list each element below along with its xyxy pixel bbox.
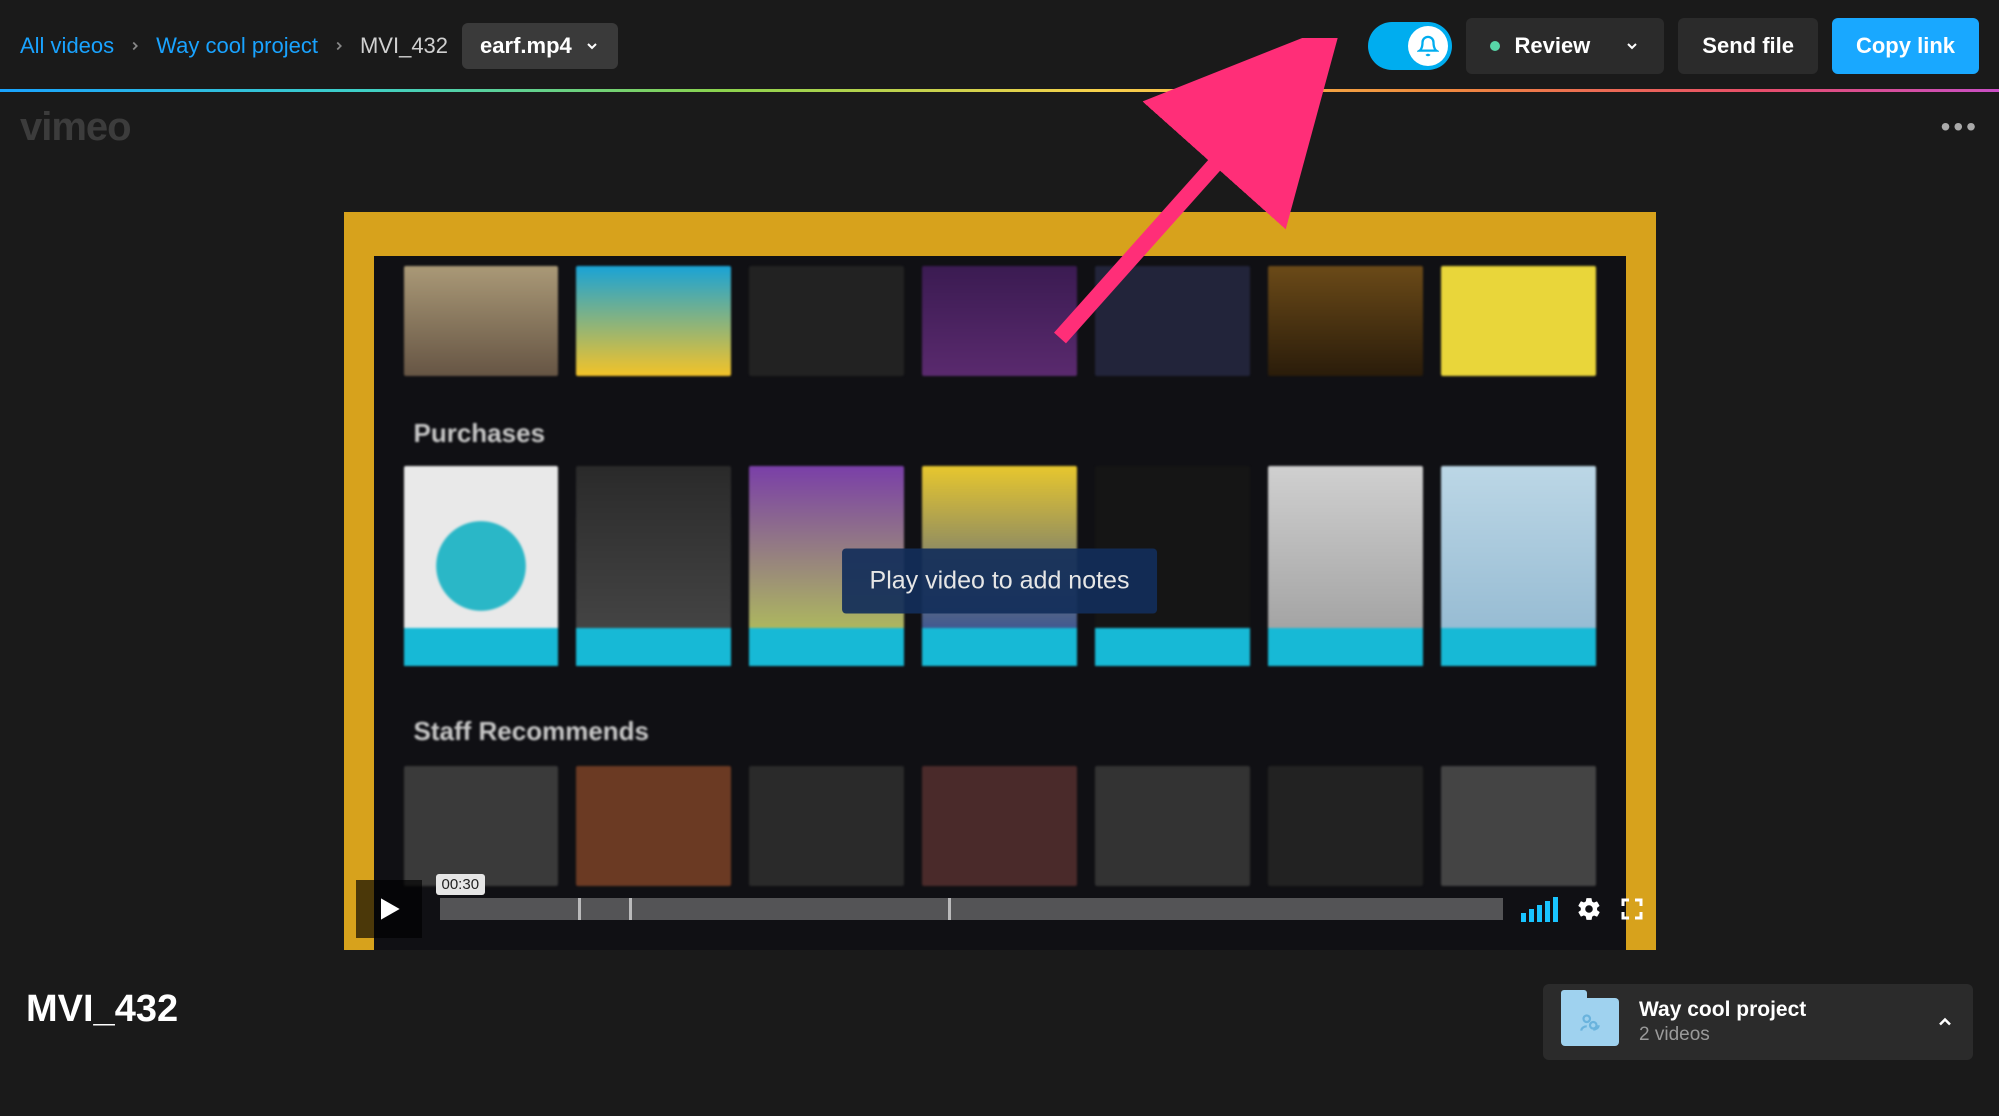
video-still-label: Staff Recommends: [414, 716, 650, 747]
video-still-row: [404, 266, 1596, 376]
file-switcher[interactable]: earf.mp4: [462, 23, 618, 69]
copy-link-label: Copy link: [1856, 33, 1955, 59]
chevron-down-icon: [584, 38, 600, 54]
status-dot-icon: [1490, 41, 1500, 51]
play-button[interactable]: [356, 880, 422, 938]
file-switcher-label: earf.mp4: [480, 33, 572, 59]
review-label: Review: [1514, 33, 1590, 59]
chevron-right-icon: [332, 39, 346, 53]
video-title: MVI_432: [26, 988, 178, 1031]
breadcrumb-project[interactable]: Way cool project: [156, 33, 318, 59]
rainbow-divider: [0, 89, 1999, 92]
logo-row: vimeo •••: [0, 92, 1999, 162]
video-still-label: Purchases: [414, 418, 546, 449]
send-file-button[interactable]: Send file: [1678, 18, 1818, 74]
volume-icon[interactable]: [1521, 897, 1558, 922]
breadcrumb-item: MVI_432: [360, 33, 448, 59]
bell-icon: [1408, 26, 1448, 66]
more-menu-icon[interactable]: •••: [1941, 111, 1979, 143]
project-name: Way cool project: [1639, 998, 1806, 1022]
progress-bar[interactable]: 00:30: [440, 880, 1503, 938]
top-bar: All videos Way cool project MVI_432 earf…: [0, 0, 1999, 92]
breadcrumb-root[interactable]: All videos: [20, 33, 114, 59]
video-player[interactable]: Purchases Staff Recommends Pla: [344, 212, 1656, 950]
player-area: Purchases Staff Recommends Pla: [0, 162, 1999, 950]
play-to-add-notes-overlay: Play video to add notes: [842, 549, 1158, 614]
project-card[interactable]: Way cool project 2 videos: [1543, 984, 1973, 1060]
project-count: 2 videos: [1639, 1024, 1806, 1046]
chevron-down-icon: [1624, 38, 1640, 54]
project-text: Way cool project 2 videos: [1639, 998, 1806, 1046]
player-controls: 00:30: [356, 880, 1644, 938]
folder-icon: [1561, 998, 1619, 1046]
chevron-up-icon: [1935, 1012, 1955, 1032]
fullscreen-icon[interactable]: [1620, 897, 1644, 921]
video-still-row: [404, 766, 1596, 886]
copy-link-button[interactable]: Copy link: [1832, 18, 1979, 74]
send-file-label: Send file: [1702, 33, 1794, 59]
review-dropdown[interactable]: Review: [1466, 18, 1664, 74]
notifications-toggle[interactable]: [1368, 22, 1452, 70]
settings-icon[interactable]: [1576, 896, 1602, 922]
vimeo-logo: vimeo: [20, 105, 131, 150]
chevron-right-icon: [128, 39, 142, 53]
time-indicator: 00:30: [436, 874, 486, 895]
